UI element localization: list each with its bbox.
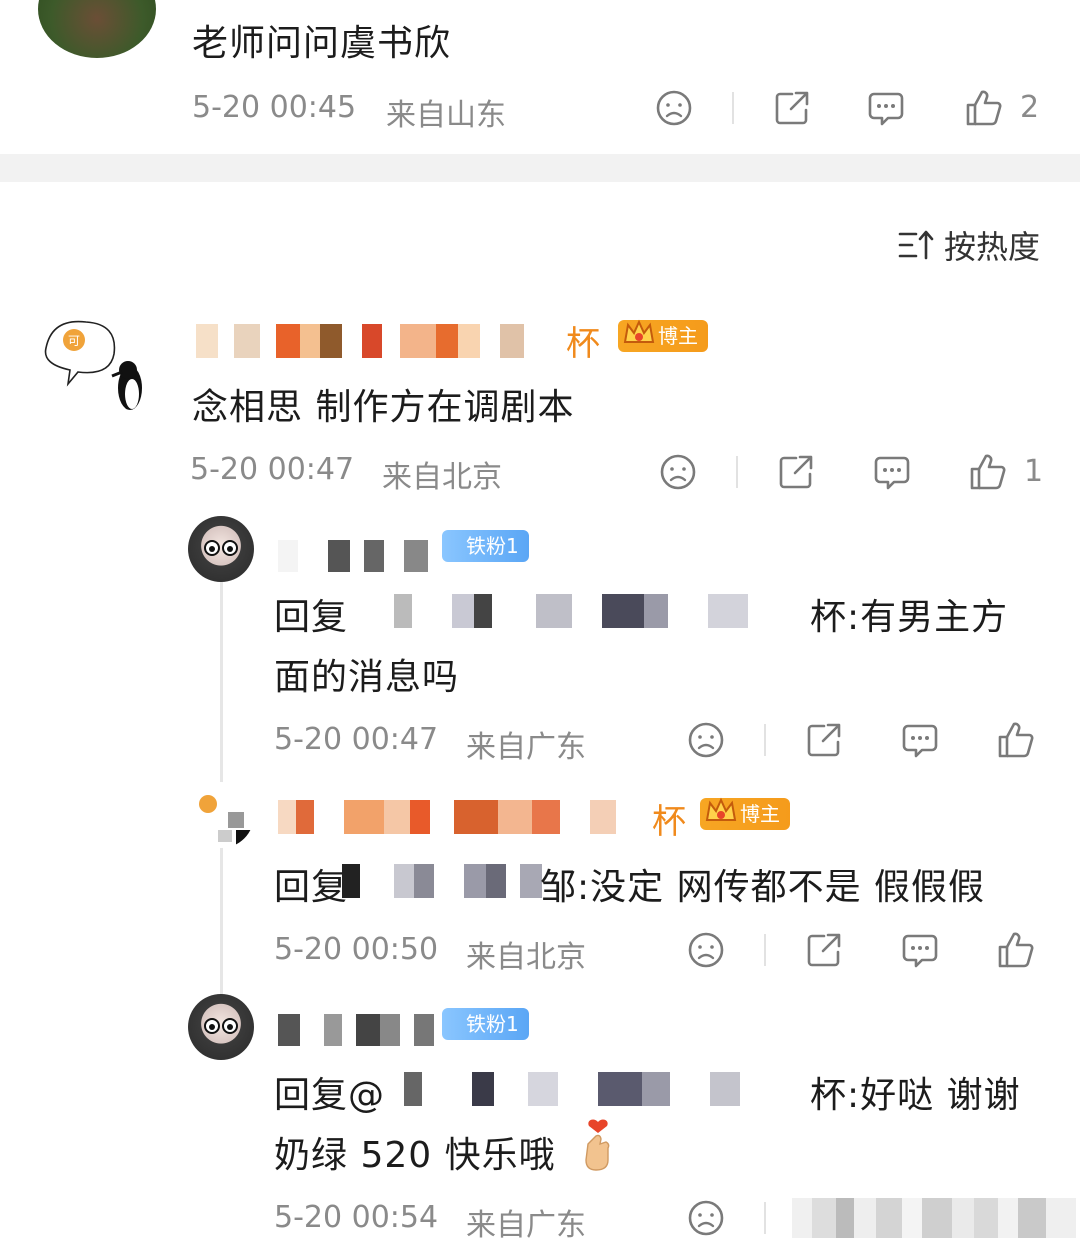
badge-label: 博主 bbox=[658, 324, 698, 348]
reply-text-line2: 面的消息吗 bbox=[274, 657, 460, 698]
fan-badge: 铁粉1 bbox=[442, 1008, 529, 1040]
share-icon[interactable] bbox=[804, 930, 844, 970]
badge-label: 铁粉1 bbox=[466, 1012, 519, 1036]
like-count: 1 bbox=[1024, 454, 1044, 489]
comment-text: 念相思 制作方在调剧本 bbox=[192, 387, 575, 428]
crown-icon bbox=[705, 797, 737, 821]
divider bbox=[764, 724, 766, 756]
reply-location: 来自北京 bbox=[466, 940, 586, 975]
divider bbox=[764, 1202, 766, 1234]
thumbs-up-icon[interactable] bbox=[968, 452, 1008, 492]
reply-text: 邹:没定 网传都不是 假假假 bbox=[540, 867, 986, 908]
sort-button[interactable]: 按热度 bbox=[898, 222, 1040, 268]
username-mosaic[interactable] bbox=[196, 324, 544, 358]
sort-icon bbox=[898, 230, 934, 260]
divider bbox=[736, 456, 738, 488]
thread-line bbox=[220, 560, 223, 1000]
username-tail: 杯 bbox=[566, 324, 600, 364]
reply-time: 5-20 00:50 bbox=[274, 932, 439, 967]
comment-location: 来自北京 bbox=[382, 460, 502, 495]
sad-face-icon[interactable] bbox=[686, 720, 726, 760]
comment-location: 来自山东 bbox=[386, 98, 506, 133]
thumbs-up-icon[interactable] bbox=[996, 720, 1036, 760]
thumbs-up-icon[interactable] bbox=[996, 930, 1036, 970]
mention-mosaic bbox=[342, 864, 542, 898]
divider bbox=[764, 934, 766, 966]
mention-mosaic bbox=[404, 1072, 804, 1106]
svg-text:可: 可 bbox=[68, 334, 80, 348]
share-icon[interactable] bbox=[804, 720, 844, 760]
reply-prefix: 回复 bbox=[274, 597, 349, 638]
avatar[interactable] bbox=[188, 782, 254, 848]
reply-text: 杯:有男主方 bbox=[810, 597, 1009, 638]
crown-icon bbox=[623, 319, 655, 343]
fan-badge: 铁粉1 bbox=[442, 530, 529, 562]
username-mosaic[interactable] bbox=[278, 1014, 438, 1046]
comment-text: 老师问问虞书欣 bbox=[192, 23, 452, 64]
reply-prefix: 回复 bbox=[274, 867, 349, 908]
blogger-badge: 博主 bbox=[618, 319, 708, 352]
reply-location: 来自广东 bbox=[466, 730, 586, 765]
username-mosaic[interactable] bbox=[278, 800, 624, 834]
comment-icon[interactable] bbox=[900, 930, 940, 970]
avatar[interactable] bbox=[188, 994, 254, 1060]
like-count: 2 bbox=[1020, 90, 1040, 125]
reply-text: 杯:好哒 谢谢 bbox=[810, 1075, 1021, 1116]
blogger-badge: 博主 bbox=[700, 797, 790, 830]
sad-face-icon[interactable] bbox=[686, 1198, 726, 1238]
share-icon[interactable] bbox=[772, 88, 812, 128]
sad-face-icon[interactable] bbox=[686, 930, 726, 970]
watermark-mosaic bbox=[792, 1198, 1076, 1238]
reply-text-line2: 奶绿 520 快乐哦 bbox=[274, 1135, 556, 1176]
thumbs-up-icon[interactable] bbox=[964, 88, 1004, 128]
heart-hand-emoji bbox=[578, 1118, 618, 1172]
badge-label: 博主 bbox=[740, 802, 780, 826]
divider bbox=[732, 92, 734, 124]
section-divider bbox=[0, 154, 1080, 182]
comment-time: 5-20 00:45 bbox=[192, 90, 357, 125]
sad-face-icon[interactable] bbox=[654, 88, 694, 128]
badge-label: 铁粉1 bbox=[466, 534, 519, 558]
reply-time: 5-20 00:47 bbox=[274, 722, 439, 757]
comment-icon[interactable] bbox=[866, 88, 906, 128]
avatar[interactable] bbox=[38, 0, 156, 58]
reply-prefix: 回复@ bbox=[274, 1075, 386, 1116]
sad-face-icon[interactable] bbox=[658, 452, 698, 492]
mention-mosaic bbox=[364, 594, 804, 628]
username-tail: 杯 bbox=[652, 802, 686, 842]
comment-time: 5-20 00:47 bbox=[190, 452, 355, 487]
comment-icon[interactable] bbox=[900, 720, 940, 760]
avatar[interactable] bbox=[188, 516, 254, 582]
comment-icon[interactable] bbox=[872, 452, 912, 492]
reply-time: 5-20 00:54 bbox=[274, 1200, 439, 1235]
avatar[interactable]: 可 bbox=[38, 310, 156, 428]
reply-location: 来自广东 bbox=[466, 1208, 586, 1243]
share-icon[interactable] bbox=[776, 452, 816, 492]
sort-label: 按热度 bbox=[943, 228, 1040, 266]
username-mosaic[interactable] bbox=[278, 540, 438, 572]
